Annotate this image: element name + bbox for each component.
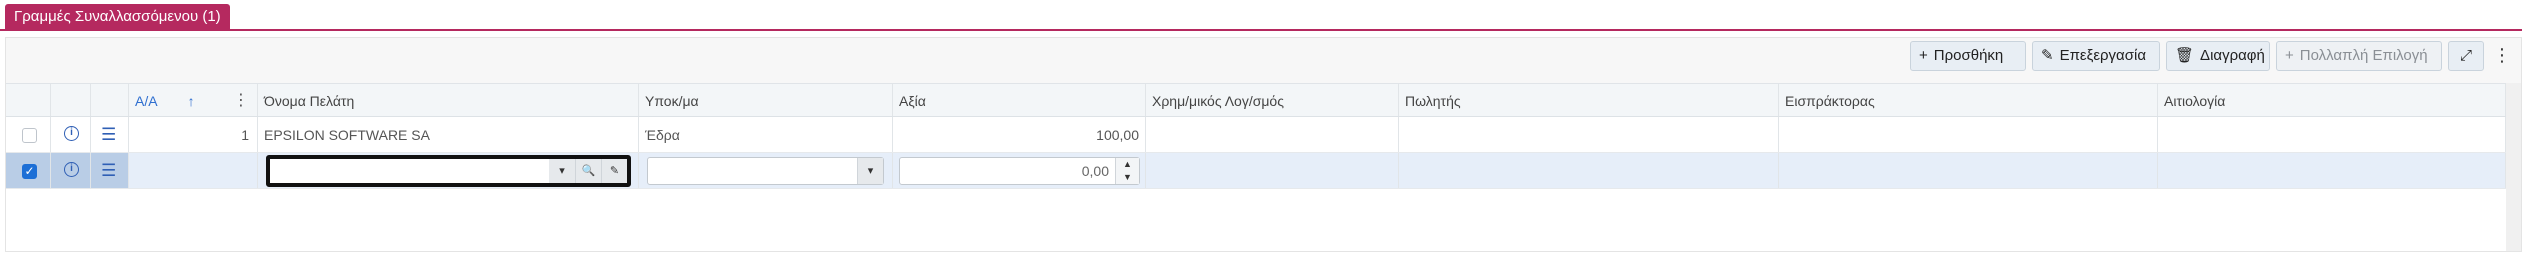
header-seller[interactable]: Πωλητής [1399, 84, 1779, 116]
header-checkbox-col [6, 84, 51, 116]
info-icon[interactable]: i [64, 162, 79, 177]
value-input-text: 0,00 [1081, 163, 1109, 179]
add-button[interactable]: + Προσθήκη [1910, 41, 2026, 71]
chevron-down-icon[interactable]: ▾ [857, 158, 883, 184]
grid-toolbar: + Προσθήκη ✎ Επεξεργασία 🗑 Διαγραφή + Πολλαπ… [6, 38, 2521, 83]
stepper-up-icon[interactable]: ▲ [1116, 158, 1139, 171]
column-menu-icon[interactable]: ⋮ [233, 84, 249, 116]
trash-icon: 🗑 [2175, 47, 2195, 64]
header-info-col [51, 84, 91, 116]
cell-collector[interactable] [1779, 153, 2158, 188]
expand-icon: ⤢ [2459, 47, 2472, 64]
cell-aa [129, 153, 258, 188]
sort-ascending-icon: ↑ [187, 93, 195, 109]
grid-panel: + Προσθήκη ✎ Επεξεργασία 🗑 Διαγραφή + Πολλαπ… [5, 37, 2522, 252]
row-info-cell: i [51, 153, 91, 188]
row-checkbox-checked[interactable]: ✓ [22, 164, 37, 179]
tab-strip: Γραμμές Συναλλασσόμενου (1) [0, 0, 2522, 31]
table-header: Α/Α ↑ ⋮ Όνομα Πελάτη Υποκ/μα Αξία Χρημ/μι… [6, 83, 2506, 117]
header-value[interactable]: Αξία [893, 84, 1146, 116]
customer-combobox[interactable]: ▾ 🔍 ✎ [266, 155, 631, 187]
header-account[interactable]: Χρημ/μικός Λογ/σμός [1146, 84, 1399, 116]
pencil-icon: ✎ [2041, 47, 2054, 64]
cell-customer: ▾ 🔍 ✎ [258, 153, 639, 188]
info-icon[interactable]: i [64, 126, 79, 141]
row-info-cell: i [51, 117, 91, 152]
header-aa-label: Α/Α [135, 93, 158, 109]
menu-icon[interactable]: ☰ [101, 153, 116, 188]
header-aa[interactable]: Α/Α ↑ ⋮ [129, 84, 258, 116]
edit-button-label: Επεξεργασία [2059, 47, 2146, 64]
plus-icon: + [2285, 47, 2294, 64]
plus-icon: + [1919, 47, 1928, 64]
multi-select-button[interactable]: + Πολλαπλή Επιλογή [2276, 41, 2442, 71]
add-button-label: Προσθήκη [1933, 47, 2004, 64]
search-icon[interactable]: 🔍 [575, 159, 601, 183]
row-checkbox[interactable] [22, 128, 37, 143]
row-checkbox-cell: ✓ [6, 153, 51, 188]
chevron-down-icon[interactable]: ▾ [549, 159, 575, 183]
header-collector[interactable]: Εισπράκτορας [1779, 84, 2158, 116]
pencil-icon[interactable]: ✎ [601, 159, 627, 183]
cell-branch: ▾ [639, 153, 893, 188]
cell-reason [2158, 117, 2506, 152]
cell-value: 0,00 ▲ ▼ [893, 153, 1146, 188]
row-menu-cell: ☰ [91, 117, 129, 152]
table-row[interactable]: i ☰ 1 EPSILON SOFTWARE SA Έδρα 100,00 [6, 117, 2506, 153]
value-stepper[interactable]: ▲ ▼ [1115, 158, 1139, 184]
row-menu-cell: ☰ [91, 153, 129, 188]
table-row-editing[interactable]: ✓ i ☰ ▾ 🔍 ✎ ▾ 0,00 ▲ ▼ [6, 153, 2506, 189]
multi-select-button-label: Πολλαπλή Επιλογή [2299, 47, 2428, 64]
cell-value: 100,00 [893, 117, 1146, 152]
cell-seller [1399, 117, 1779, 152]
lines-table: Α/Α ↑ ⋮ Όνομα Πελάτη Υποκ/μα Αξία Χρημ/μι… [6, 83, 2506, 251]
cell-reason[interactable] [2158, 153, 2506, 188]
row-checkbox-cell [6, 117, 51, 152]
cell-branch: Έδρα [639, 117, 893, 152]
cell-account [1146, 117, 1399, 152]
vertical-scrollbar[interactable] [2506, 83, 2521, 251]
cell-collector [1779, 117, 2158, 152]
edit-button[interactable]: ✎ Επεξεργασία [2032, 41, 2160, 71]
header-menu-col [91, 84, 129, 116]
stepper-down-icon[interactable]: ▼ [1116, 171, 1139, 184]
cell-account[interactable] [1146, 153, 1399, 188]
value-input[interactable]: 0,00 ▲ ▼ [899, 157, 1140, 185]
cell-customer: EPSILON SOFTWARE SA [258, 117, 639, 152]
delete-button-label: Διαγραφή [2200, 47, 2265, 64]
header-customer[interactable]: Όνομα Πελάτη [258, 84, 639, 116]
delete-button[interactable]: 🗑 Διαγραφή [2166, 41, 2270, 71]
tab-customer-lines[interactable]: Γραμμές Συναλλασσόμενου (1) [5, 4, 230, 30]
menu-icon[interactable]: ☰ [101, 117, 116, 152]
more-options-button[interactable]: ⋮ [2490, 41, 2514, 71]
cell-seller[interactable] [1399, 153, 1779, 188]
header-branch[interactable]: Υποκ/μα [639, 84, 893, 116]
header-reason[interactable]: Αιτιολογία [2158, 84, 2506, 116]
branch-combobox[interactable]: ▾ [647, 157, 884, 185]
cell-aa: 1 [129, 117, 258, 152]
kebab-icon: ⋮ [2493, 45, 2511, 65]
check-icon: ✓ [24, 164, 35, 178]
expand-button[interactable]: ⤢ [2448, 41, 2484, 71]
